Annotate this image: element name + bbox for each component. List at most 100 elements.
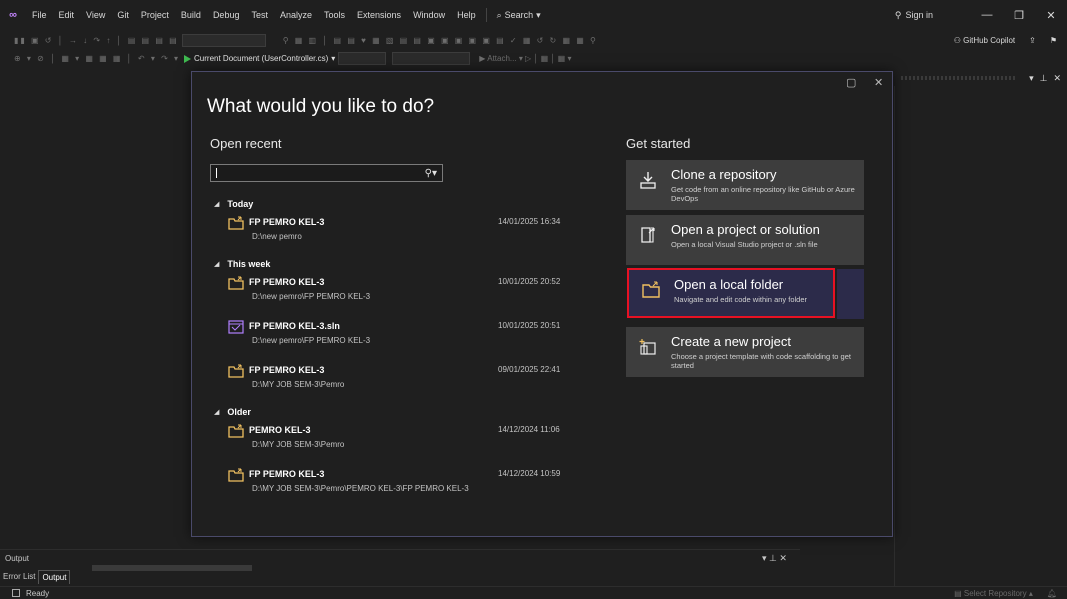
dropdown-icon[interactable]: ▾ bbox=[762, 553, 767, 563]
clone-repository-card[interactable]: Clone a repository Get code from an onli… bbox=[626, 160, 864, 210]
card-title: Clone a repository bbox=[671, 167, 777, 182]
open-project-card[interactable]: Open a project or solution Open a local … bbox=[626, 215, 864, 265]
group-today[interactable]: ◢ Today bbox=[210, 196, 570, 212]
group-label: Today bbox=[227, 199, 254, 209]
recent-search-input[interactable]: ⚲▾ bbox=[210, 164, 443, 182]
collapse-icon: ◢ bbox=[214, 409, 220, 416]
card-description: Get code from an online repository like … bbox=[671, 185, 855, 203]
collapse-icon: ◢ bbox=[214, 261, 220, 268]
recent-item[interactable]: PEMRO KEL-3 D:\MY JOB SEM-3\Pemro 14/12/… bbox=[210, 420, 570, 464]
chevron-down-icon: ▾ bbox=[536, 9, 541, 20]
maximize-dialog-button[interactable]: ▢ bbox=[846, 76, 856, 89]
nav-buttons-icon[interactable]: ⊕ ▾ ⊘ │ ▦ ▾ ▦ ▦ ▦ │ ↶ ▾ ↷ ▾ bbox=[0, 54, 180, 63]
recent-item[interactable]: FP PEMRO KEL-3 D:\MY JOB SEM-3\Pemro\PEM… bbox=[210, 464, 570, 508]
dropdown-icon[interactable]: ▾ bbox=[1029, 73, 1034, 84]
create-project-card[interactable]: Create a new project Choose a project te… bbox=[626, 327, 864, 377]
close-icon[interactable]: ✕ bbox=[1053, 73, 1061, 84]
menu-build[interactable]: Build bbox=[175, 10, 207, 20]
toolbar-buttons-icon[interactable]: ▮▮ ▣ ↺ │ → ↓ ↷ ↑ │ ▤ ▤ ▤ ▤ bbox=[0, 36, 179, 45]
pin-icon[interactable]: ⊥ bbox=[1040, 73, 1048, 84]
open-local-folder-card[interactable]: Open a local folder Navigate and edit co… bbox=[627, 268, 835, 318]
search-icon[interactable]: ⚲▾ bbox=[425, 168, 437, 179]
recent-item[interactable]: FP PEMRO KEL-3 D:\MY JOB SEM-3\Pemro 09/… bbox=[210, 360, 570, 404]
open-project-icon bbox=[641, 227, 655, 243]
pin-icon[interactable]: ⊥ bbox=[769, 553, 777, 563]
selected-card-extension[interactable] bbox=[837, 269, 864, 319]
status-ready: Ready bbox=[0, 589, 49, 598]
menu-project[interactable]: Project bbox=[135, 10, 175, 20]
attach-button[interactable]: ▶ Attach... ▾ ▷ │ ▦ │ ▦ ▾ bbox=[479, 54, 571, 63]
recent-item[interactable]: FP PEMRO KEL-3 D:\new pemro 14/01/2025 1… bbox=[210, 212, 570, 256]
recent-item[interactable]: FP PEMRO KEL-3.sln D:\new pemro\FP PEMRO… bbox=[210, 316, 570, 360]
recent-item[interactable]: FP PEMRO KEL-3 D:\new pemro\FP PEMRO KEL… bbox=[210, 272, 570, 316]
output-source-combo[interactable] bbox=[92, 565, 252, 571]
menu-tools[interactable]: Tools bbox=[318, 10, 351, 20]
recent-item-path: D:\new pemro\FP PEMRO KEL-3 bbox=[252, 292, 371, 301]
status-bar: Ready ▤ Select Repository ▴ 🔔︎ bbox=[0, 586, 1067, 599]
platform-combo[interactable] bbox=[338, 52, 387, 65]
copilot-group: ⚇ GitHub Copilot ⇪ ⚑ bbox=[954, 36, 1057, 45]
group-this-week[interactable]: ◢ This week bbox=[210, 256, 570, 272]
card-description: Choose a project template with code scaf… bbox=[671, 352, 851, 370]
new-project-icon bbox=[639, 339, 656, 355]
group-older[interactable]: ◢ Older bbox=[210, 404, 570, 420]
search-icon: ⌕ bbox=[496, 9, 502, 20]
recent-item-name: FP PEMRO KEL-3 bbox=[249, 469, 325, 479]
folder-icon bbox=[642, 281, 660, 298]
menu-help[interactable]: Help bbox=[451, 10, 482, 20]
menu-window[interactable]: Window bbox=[407, 10, 451, 20]
folder-icon bbox=[228, 216, 244, 230]
toolbar-bottom: ⊕ ▾ ⊘ │ ▦ ▾ ▦ ▦ ▦ │ ↶ ▾ ↷ ▾ Current Docu… bbox=[0, 49, 1067, 68]
recent-item-path: D:\MY JOB SEM-3\Pemro bbox=[252, 380, 345, 389]
global-search[interactable]: ⌕ Search ▾ bbox=[491, 10, 547, 21]
copilot-button[interactable]: ⚇ GitHub Copilot bbox=[954, 36, 1015, 45]
config-combo[interactable] bbox=[181, 34, 266, 47]
startup-combo[interactable] bbox=[392, 52, 471, 65]
menu-git[interactable]: Git bbox=[111, 10, 135, 20]
search-label: Search bbox=[504, 10, 534, 20]
ready-icon bbox=[12, 589, 20, 597]
recent-item-date: 10/01/2025 20:52 bbox=[498, 277, 561, 286]
card-title: Open a local folder bbox=[674, 277, 784, 292]
select-repository-label: Select Repository bbox=[963, 588, 1027, 598]
clone-icon bbox=[640, 172, 656, 189]
close-window-button[interactable]: ✕ bbox=[1035, 9, 1067, 22]
get-started-title: Get started bbox=[626, 136, 691, 151]
sign-in-button[interactable]: ⚲ Sign in bbox=[895, 10, 933, 21]
recent-item-path: D:\MY JOB SEM-3\Pemro bbox=[252, 440, 345, 449]
recent-item-name: PEMRO KEL-3 bbox=[249, 425, 311, 435]
close-dialog-button[interactable]: ✕ bbox=[874, 76, 883, 89]
menu-analyze[interactable]: Analyze bbox=[274, 10, 318, 20]
menu-extensions[interactable]: Extensions bbox=[351, 10, 407, 20]
run-target-label: Current Document (UserController.cs) bbox=[194, 54, 329, 63]
menu-file[interactable]: File bbox=[26, 10, 53, 20]
recent-item-name: FP PEMRO KEL-3 bbox=[249, 365, 325, 375]
menu-debug[interactable]: Debug bbox=[207, 10, 246, 20]
share-icon[interactable]: ⇪ bbox=[1029, 36, 1036, 45]
group-label: This week bbox=[227, 259, 271, 269]
play-icon bbox=[184, 54, 192, 63]
open-recent-title: Open recent bbox=[210, 136, 282, 151]
select-repository-button[interactable]: ▤ Select Repository ▴ bbox=[954, 589, 1033, 598]
recent-item-name: FP PEMRO KEL-3 bbox=[249, 217, 325, 227]
menu-right-group: ⚲ Sign in — ❐ ✕ bbox=[895, 0, 1067, 30]
feedback-icon[interactable]: ⚑ bbox=[1050, 36, 1057, 45]
menu-edit[interactable]: Edit bbox=[53, 10, 81, 20]
menu-view[interactable]: View bbox=[80, 10, 111, 20]
run-button[interactable]: Current Document (UserController.cs) ▾ bbox=[184, 54, 335, 63]
right-panel-tab[interactable]: ▾ ⊥ ✕ bbox=[895, 72, 1067, 84]
copilot-icon: ⚇ bbox=[953, 36, 961, 45]
tab-error-list[interactable]: Error List bbox=[0, 570, 38, 584]
collapse-icon: ◢ bbox=[214, 201, 220, 208]
start-window-dialog: ▢ ✕ What would you like to do? Open rece… bbox=[191, 71, 893, 537]
recent-item-path: D:\new pemro bbox=[252, 232, 302, 241]
minimize-button[interactable]: — bbox=[971, 9, 1003, 21]
card-description: Open a local Visual Studio project or .s… bbox=[671, 240, 818, 249]
notifications-icon[interactable]: 🔔︎ bbox=[1047, 589, 1057, 598]
tab-output[interactable]: Output bbox=[38, 570, 71, 584]
close-icon[interactable]: ✕ bbox=[779, 553, 787, 563]
maximize-button[interactable]: ❐ bbox=[1003, 9, 1035, 22]
toolbar-buttons-2-icon[interactable]: ⚲ ▦ ▥ │ ▤ ▤ ♥ ▦ ▧ ▤ ▤ ▣ ▣ ▣ ▣ ▣ ▤ ✓ ▦ ↺ … bbox=[269, 36, 598, 45]
menu-test[interactable]: Test bbox=[245, 10, 274, 20]
visual-studio-logo-icon[interactable]: ∞ bbox=[0, 9, 26, 21]
